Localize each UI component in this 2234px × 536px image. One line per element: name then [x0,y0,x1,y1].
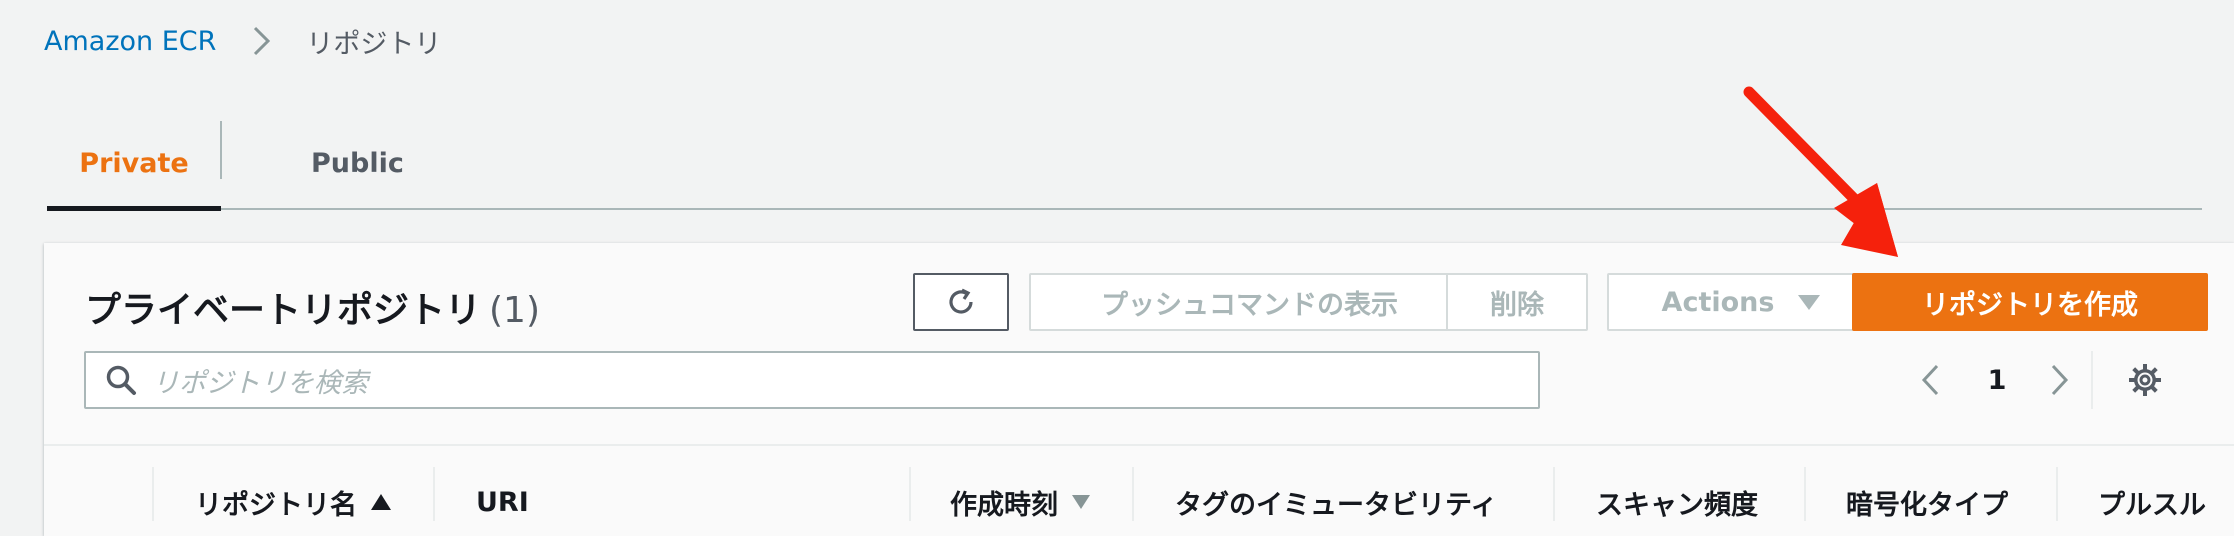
tab-divider [220,121,222,179]
create-repository-button[interactable]: リポジトリを作成 [1852,273,2208,331]
column-label: リポジトリ名 [195,489,357,521]
previous-page-button[interactable] [1916,351,1946,409]
column-divider [152,467,154,521]
tab-public[interactable]: Public [223,118,463,208]
tab-private[interactable]: Private [47,118,221,211]
refresh-button[interactable] [913,273,1009,331]
search-icon [106,365,136,395]
column-divider [1804,467,1806,521]
column-label: 暗号化タイプ [1846,489,2008,521]
column-label: URI [476,486,529,518]
column-divider [909,467,911,521]
table-top-border [44,444,2234,446]
column-divider [1132,467,1134,521]
search-input[interactable]: リポジトリを検索 [84,351,1540,409]
column-header-repository-name[interactable]: リポジトリ名 [195,471,391,533]
column-header-encryption-type[interactable]: 暗号化タイプ [1846,471,2008,533]
next-page-button[interactable] [2044,351,2074,409]
column-header-scan-frequency[interactable]: スキャン頻度 [1596,471,1758,533]
panel-title: プライベートリポジトリ (1) [85,281,540,333]
chevron-right-icon [2051,364,2069,396]
panel-title-text: プライベートリポジトリ [85,290,482,331]
private-repositories-panel: プライベートリポジトリ (1) プッシュコマンドの表示 削除 Actions リポ… [44,243,2234,536]
column-divider [2056,467,2058,521]
column-divider [1553,467,1555,521]
breadcrumb: Amazon ECR リポジトリ [44,18,441,64]
preferences-button[interactable] [2127,351,2163,409]
page-number[interactable]: 1 [1982,351,2012,409]
breadcrumb-link-ecr[interactable]: Amazon ECR [44,26,216,57]
caret-down-icon [1798,294,1821,310]
pagination-divider [2091,351,2093,409]
actions-dropdown-button[interactable]: Actions [1607,273,1875,331]
column-divider [433,467,435,521]
actions-label: Actions [1661,286,1775,318]
chevron-left-icon [1921,364,1939,396]
column-label: タグのイミュータビリティ [1175,489,1498,521]
breadcrumb-current: リポジトリ [306,28,442,60]
gear-icon [2129,364,2161,396]
refresh-icon [949,288,973,314]
column-header-pull-through[interactable]: プルスル [2098,471,2206,533]
column-header-tag-immutability[interactable]: タグのイミュータビリティ [1175,471,1497,533]
column-label: 作成時刻 [950,489,1058,521]
column-header-uri[interactable]: URI [476,471,529,533]
column-label: プルスル [2098,489,2206,521]
sort-ascending-icon [371,494,391,510]
repository-count: (1) [489,290,541,331]
sort-descending-icon [1072,495,1090,509]
repository-tabs: Private Public [47,118,2202,211]
search-placeholder: リポジトリを検索 [152,367,368,399]
delete-button[interactable]: 削除 [1446,273,1588,331]
column-label: スキャン頻度 [1596,489,1758,521]
column-header-created-at[interactable]: 作成時刻 [950,471,1090,533]
chevron-right-icon [254,26,271,56]
view-push-commands-button[interactable]: プッシュコマンドの表示 [1029,273,1470,331]
